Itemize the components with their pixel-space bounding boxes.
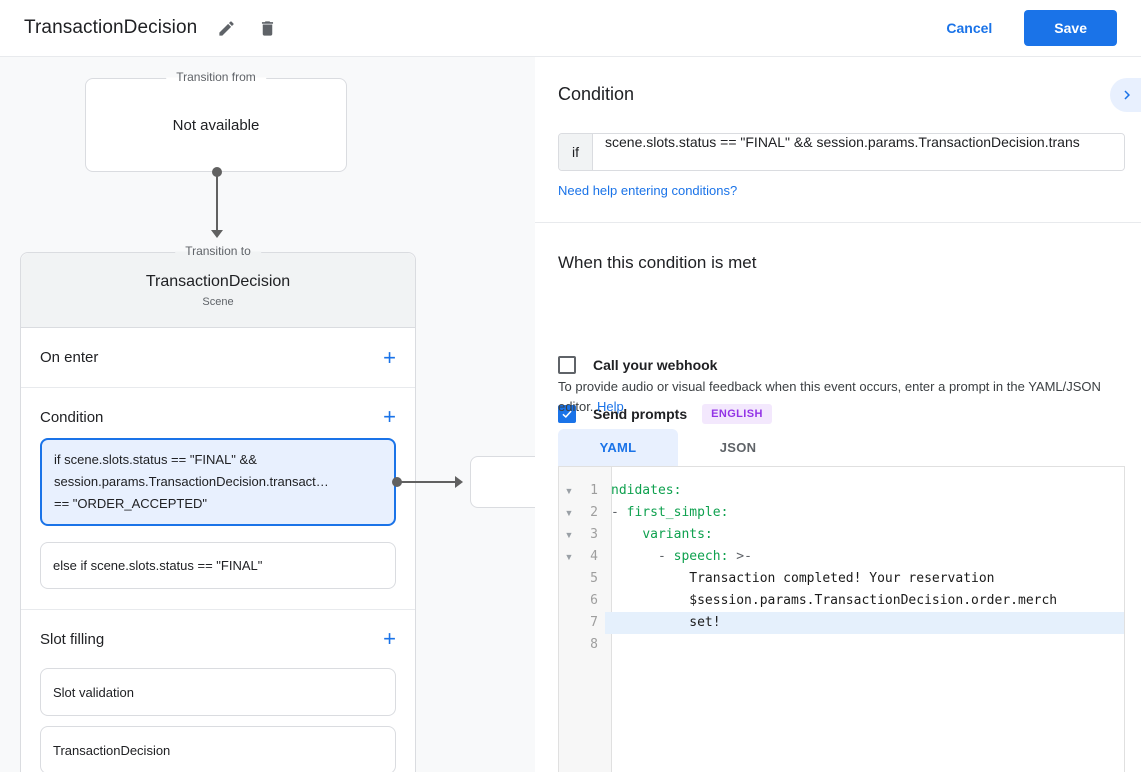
- slot-card-validation[interactable]: Slot validation: [40, 668, 396, 716]
- edit-title-button[interactable]: [215, 17, 238, 40]
- transition-to-legend: Transition to: [175, 244, 261, 258]
- flow-connector-line: [216, 172, 218, 230]
- transition-from-box: Transition from Not available: [85, 70, 347, 172]
- slot-filling-label: Slot filling: [40, 630, 105, 648]
- fold-toggle-icon[interactable]: ▼: [559, 524, 579, 546]
- collapse-panel-button[interactable]: [1110, 78, 1141, 112]
- add-slot-button[interactable]: +: [383, 628, 396, 650]
- call-webhook-label: Call your webhook: [593, 357, 718, 373]
- webhook-row: Call your webhook: [558, 356, 717, 374]
- transition-target-node: [470, 456, 535, 508]
- condition-card-selected[interactable]: if scene.slots.status == "FINAL" && sess…: [40, 438, 396, 526]
- scene-diagram-canvas: Transition from Not available Transition…: [0, 57, 535, 772]
- on-enter-label: On enter: [40, 349, 99, 366]
- line-code: - first_simple:: [611, 505, 729, 520]
- line-code: - speech: >-: [611, 549, 752, 564]
- line-number: 2: [590, 505, 598, 520]
- if-prefix-label: if: [559, 134, 593, 170]
- slot-card-transaction-decision[interactable]: TransactionDecision: [40, 726, 396, 772]
- call-webhook-checkbox[interactable]: [558, 356, 576, 374]
- transition-from-legend: Transition from: [166, 70, 266, 84]
- prompt-help-link[interactable]: Help: [597, 399, 624, 414]
- save-button[interactable]: Save: [1024, 10, 1117, 46]
- prompt-description: To provide audio or visual feedback when…: [558, 377, 1118, 417]
- add-condition-button[interactable]: +: [383, 406, 396, 428]
- panel-title: Condition: [558, 84, 635, 104]
- tab-json[interactable]: JSON: [678, 429, 798, 466]
- condition-line: == "ORDER_ACCEPTED": [54, 496, 207, 511]
- chevron-right-icon: [1124, 90, 1130, 100]
- flow-connector-arrowhead: [211, 230, 223, 238]
- condition-connector-arrowhead: [455, 476, 463, 488]
- fold-toggle-icon[interactable]: ▼: [559, 480, 579, 502]
- line-code: ndidates:: [611, 483, 682, 498]
- line-code: set!: [605, 612, 1124, 634]
- editor-line[interactable]: ▼ 2 - first_simple:: [559, 502, 1124, 524]
- when-condition-met-title: When this condition is met: [558, 253, 757, 272]
- editor-line[interactable]: ▼ 1 ndidates:: [559, 480, 1124, 502]
- line-code: Transaction completed! Your reservation: [611, 571, 995, 586]
- scene-name: TransactionDecision: [145, 272, 291, 290]
- line-number: 7: [590, 615, 598, 630]
- tab-yaml[interactable]: YAML: [558, 429, 678, 466]
- editor-line[interactable]: 7 set!: [559, 612, 1124, 634]
- condition-help-link[interactable]: Need help entering conditions?: [558, 183, 737, 198]
- condition-editor-panel: Condition if scene.slots.status == "FINA…: [535, 57, 1141, 772]
- editor-lines: ▼ 1 ndidates: ▼ 2 - first_simple: ▼ 3 variants:…: [559, 467, 1124, 656]
- transition-from-content: Not available: [172, 116, 260, 134]
- editor-line[interactable]: 6 $session.params.TransactionDecision.or…: [559, 590, 1124, 612]
- pencil-icon: [219, 20, 234, 36]
- editor-line[interactable]: 8: [559, 634, 1124, 656]
- condition-card-else[interactable]: else if scene.slots.status == "FINAL": [40, 542, 396, 589]
- condition-section-label: Condition: [40, 408, 104, 426]
- delete-scene-button[interactable]: [256, 17, 279, 40]
- editor-line[interactable]: 5 Transaction completed! Your reservatio…: [559, 568, 1124, 590]
- cancel-button[interactable]: Cancel: [928, 11, 1010, 45]
- fold-toggle-icon[interactable]: ▼: [559, 546, 579, 568]
- transition-to-card: Transition to TransactionDecision Scene …: [20, 244, 416, 772]
- line-code: variants:: [642, 527, 713, 542]
- line-number: 6: [590, 593, 598, 608]
- line-number: 8: [590, 637, 598, 652]
- add-on-enter-button[interactable]: +: [383, 346, 396, 369]
- fold-toggle-icon[interactable]: ▼: [559, 502, 579, 524]
- scene-type-label: Scene: [202, 295, 234, 308]
- prompt-description-text: To provide audio or visual feedback when…: [558, 379, 1101, 414]
- page-title: TransactionDecision: [24, 17, 198, 38]
- line-number: 4: [590, 549, 598, 564]
- condition-expression-input[interactable]: scene.slots.status == "FINAL" && session…: [593, 134, 1124, 170]
- condition-section: Condition + if scene.slots.status == "FI…: [21, 388, 415, 610]
- editor-format-tabs: YAML JSON: [558, 429, 798, 466]
- app-header: TransactionDecision Cancel Save: [0, 0, 1141, 57]
- slot-filling-section: Slot filling + Slot validation Transacti…: [21, 610, 415, 772]
- editor-line[interactable]: ▼ 4 - speech: >-: [559, 546, 1124, 568]
- trash-icon: [262, 20, 274, 36]
- line-number: 5: [590, 571, 598, 586]
- line-code: $session.params.TransactionDecision.orde…: [611, 593, 1058, 608]
- yaml-code-editor[interactable]: ▼ 1 ndidates: ▼ 2 - first_simple: ▼ 3 variants:…: [558, 466, 1125, 772]
- scene-card-header: TransactionDecision Scene: [21, 253, 415, 328]
- on-enter-section: On enter +: [21, 328, 415, 388]
- condition-line: session.params.TransactionDecision.trans…: [54, 474, 329, 489]
- line-number: 3: [590, 527, 598, 542]
- condition-connector-line: [397, 481, 455, 483]
- condition-expression-row: if scene.slots.status == "FINAL" && sess…: [558, 133, 1125, 171]
- condition-line: if scene.slots.status == "FINAL" &&: [54, 452, 257, 467]
- editor-line[interactable]: ▼ 3 variants:: [559, 524, 1124, 546]
- line-number: 1: [590, 483, 598, 498]
- panel-divider: [535, 222, 1141, 223]
